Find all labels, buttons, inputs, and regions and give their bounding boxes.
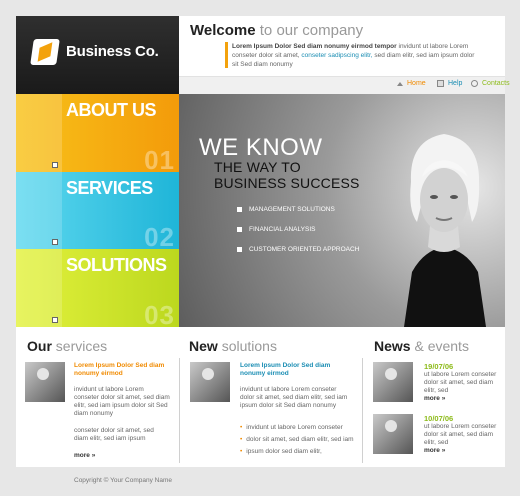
panel-stripe — [16, 94, 62, 172]
top-nav: Home Help Contacts — [179, 76, 510, 94]
arrow-icon — [52, 317, 58, 323]
news-title-light: & events — [414, 338, 469, 354]
solutions-title-light: solutions — [221, 338, 277, 354]
services-text: invidunt ut labore Lorem conseter dolor … — [74, 386, 170, 417]
page-container: Business Co. Welcome to our company Lore… — [16, 16, 510, 467]
list-item[interactable]: dolor sit amet, sed diam elitr, sed iam — [240, 436, 353, 448]
panel-stripe — [16, 249, 62, 327]
hero-item-label: CUSTOMER ORIENTED APPROACH — [249, 246, 360, 253]
services-title-bold: Our — [27, 338, 52, 354]
news-text: ut labore Lorem conseter dolor sit amet,… — [424, 371, 497, 394]
help-icon — [437, 80, 444, 87]
news-title: News & events — [374, 338, 469, 354]
hero-banner: WE KNOW THE WAY TO BUSINESS SUCCESS MANA… — [179, 94, 505, 327]
services-more-link[interactable]: more » — [74, 452, 95, 459]
news-more-link[interactable]: more » — [424, 395, 445, 402]
panel-stripe — [16, 172, 62, 249]
solutions-heading[interactable]: Lorem Ipsum Dolor Sed diam nonumy eirmod — [240, 362, 340, 378]
news-text: ut labore Lorem conseter dolor sit amet,… — [424, 423, 497, 446]
contacts-icon — [471, 80, 478, 87]
news-more-link[interactable]: more » — [424, 447, 445, 454]
title-light: to our company — [259, 22, 364, 39]
news-date: 10/07/06 — [424, 414, 454, 423]
footer-copyright: Copyright © Your Company Name — [74, 477, 173, 484]
solutions-list: invidunt ut labore Lorem conseter dolor … — [240, 424, 354, 460]
logo-icon — [30, 39, 60, 65]
news-thumbnail — [373, 362, 413, 402]
nav-contacts-label: Contacts — [482, 80, 510, 87]
bullet-icon — [237, 207, 242, 212]
list-item[interactable]: invidunt ut labore Lorem conseter — [240, 424, 354, 436]
hero-list-item: MANAGEMENT SOLUTIONS — [237, 206, 359, 226]
hero-list-item: FINANCIAL ANALYSIS — [237, 226, 359, 246]
column-divider — [362, 358, 363, 463]
nav-help-label: Help — [448, 80, 463, 87]
bullet-icon — [237, 247, 242, 252]
page-title: Welcome to our company — [190, 22, 363, 39]
panel-solutions[interactable]: SOLUTIONS 03 — [16, 249, 179, 330]
nav-contacts[interactable]: Contacts — [471, 80, 510, 87]
services-title-light: services — [55, 338, 108, 354]
logo-area[interactable]: Business Co. — [16, 16, 179, 94]
nav-home[interactable]: Home — [397, 80, 426, 87]
news-title-bold: News — [374, 338, 411, 354]
arrow-icon — [52, 239, 58, 245]
services-thumbnail — [25, 362, 65, 402]
intro-accent-bar — [225, 42, 228, 68]
panel-services-label: SERVICES — [66, 178, 153, 198]
panel-solutions-label: SOLUTIONS — [66, 255, 167, 275]
panel-about-us-label: ABOUT US — [66, 100, 157, 120]
intro-text: Lorem Ipsum Dolor Sed diam nonumy eirmod… — [232, 42, 482, 69]
bullet-icon — [237, 227, 242, 232]
solutions-title-bold: New — [189, 338, 218, 354]
services-title: Our services — [27, 338, 107, 354]
hero-line-1: WE KNOW — [199, 134, 323, 161]
hero-list-item: CUSTOMER ORIENTED APPROACH — [237, 246, 359, 266]
nav-help[interactable]: Help — [437, 80, 462, 87]
hero-list: MANAGEMENT SOLUTIONS FINANCIAL ANALYSIS … — [237, 206, 359, 266]
column-divider — [179, 358, 180, 463]
hero-item-label: MANAGEMENT SOLUTIONS — [249, 206, 335, 213]
arrow-icon — [52, 162, 58, 168]
news-date: 19/07/06 — [424, 362, 454, 371]
hero-item-label: FINANCIAL ANALYSIS — [249, 226, 316, 233]
news-thumbnail — [373, 414, 413, 454]
solutions-thumbnail — [190, 362, 230, 402]
home-icon — [397, 81, 403, 86]
panel-services[interactable]: SERVICES 02 — [16, 172, 179, 252]
brand-name: Business Co. — [66, 43, 159, 60]
solutions-title: New solutions — [189, 338, 277, 354]
hero-portrait-image — [404, 134, 486, 327]
panel-solutions-number: 03 — [144, 300, 175, 330]
nav-home-label: Home — [407, 80, 426, 87]
panel-about-us[interactable]: ABOUT US 01 — [16, 94, 179, 175]
hero-line-2: THE WAY TO — [214, 159, 301, 175]
services-text-2: conseter dolor sit amet, sed diam elitr,… — [74, 427, 154, 442]
solutions-text: invidunt ut labore Lorem conseter dolor … — [240, 386, 348, 409]
intro-link[interactable]: conseter sadipscing elitr, — [301, 52, 372, 59]
intro-bold: Lorem Ipsum Dolor Sed diam nonumy eirmod… — [232, 43, 397, 50]
hero-line-3: BUSINESS SUCCESS — [214, 175, 360, 191]
title-bold: Welcome — [190, 22, 256, 39]
services-heading[interactable]: Lorem Ipsum Dolor Sed diam nonumy eirmod — [74, 362, 166, 378]
list-item[interactable]: ipsum dolor sed diam elitr, — [240, 448, 354, 460]
